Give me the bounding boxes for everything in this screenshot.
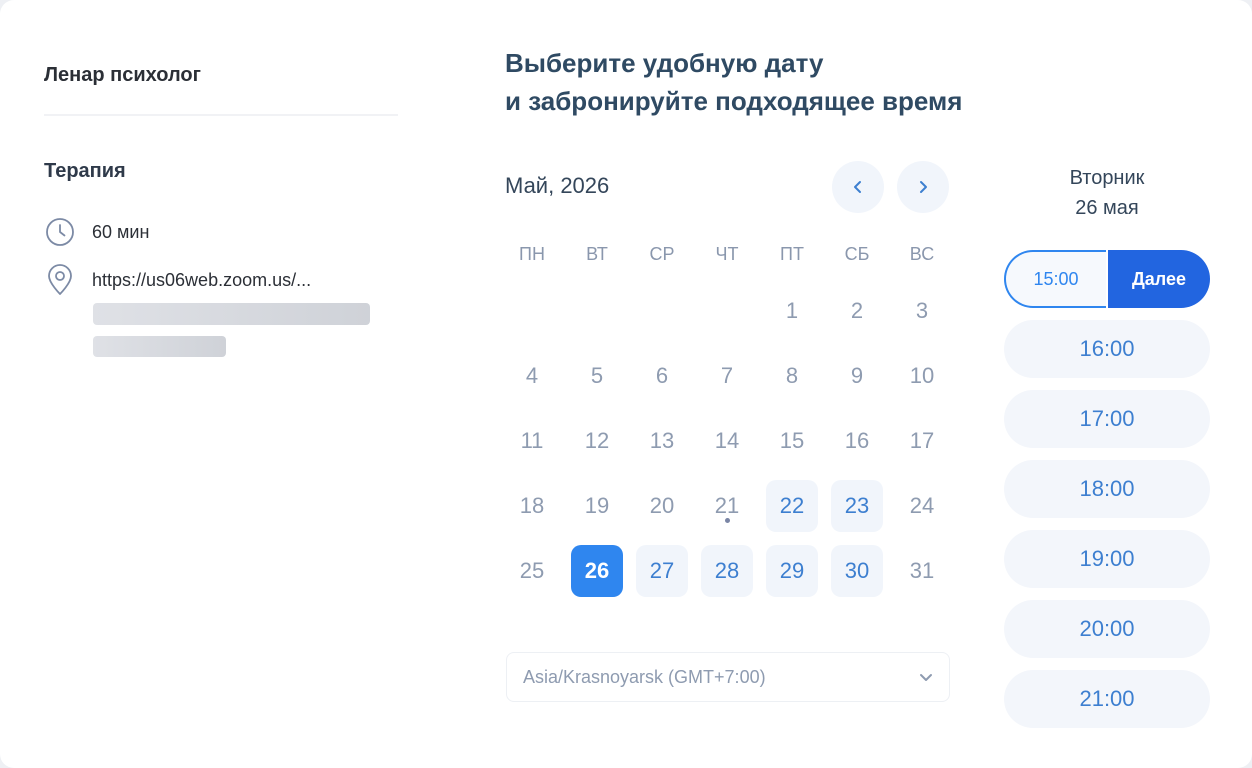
divider xyxy=(44,114,398,116)
host-name: Ленар психолог xyxy=(44,64,201,86)
weekday-header: СР xyxy=(649,244,675,264)
weekday-header: ВС xyxy=(909,244,935,264)
calendar-day: 14 xyxy=(714,428,740,453)
time-slot[interactable]: 16:00 xyxy=(1004,320,1210,378)
event-duration: 60 мин xyxy=(92,221,150,242)
selected-weekday: Вторник xyxy=(1069,167,1145,189)
next-button[interactable]: Далее xyxy=(1108,250,1210,308)
timezone-value: Asia/Krasnoyarsk (GMT+7:00) xyxy=(523,666,766,687)
calendar-day: 31 xyxy=(909,558,935,583)
calendar-day[interactable]: 22 xyxy=(766,480,818,532)
timezone-select[interactable]: Asia/Krasnoyarsk (GMT+7:00) xyxy=(506,652,950,702)
calendar-day: 3 xyxy=(915,298,929,323)
chevron-right-icon xyxy=(920,181,927,193)
calendar-day: 5 xyxy=(590,363,604,388)
calendar-day: 17 xyxy=(909,428,935,453)
next-month-button[interactable] xyxy=(897,161,949,213)
calendar-day: 4 xyxy=(525,363,539,388)
calendar-day: 15 xyxy=(779,428,805,453)
calendar-day: 16 xyxy=(844,428,870,453)
time-slot[interactable]: 17:00 xyxy=(1004,390,1210,448)
event-location-link[interactable]: https://us06web.zoom.us/... xyxy=(92,270,311,291)
page-title-line1: Выберите удобную дату xyxy=(505,48,824,78)
today-indicator-dot xyxy=(725,518,730,523)
calendar-day[interactable]: 30 xyxy=(831,545,883,597)
time-slot[interactable]: 21:00 xyxy=(1004,670,1210,728)
month-label: Май, 2026 xyxy=(505,173,610,198)
map-pin-icon xyxy=(44,264,76,296)
calendar-day: 10 xyxy=(909,363,935,388)
calendar-day[interactable]: 29 xyxy=(766,545,818,597)
calendar-day: 12 xyxy=(584,428,610,453)
loading-placeholder xyxy=(93,303,370,325)
prev-month-button[interactable] xyxy=(832,161,884,213)
time-slot[interactable]: 20:00 xyxy=(1004,600,1210,658)
time-slot-selected[interactable]: 15:00 xyxy=(1004,250,1107,308)
weekday-header: ЧТ xyxy=(715,244,739,264)
selected-time-slot: 15:00 Далее xyxy=(1004,250,1210,308)
time-slot[interactable]: 19:00 xyxy=(1004,530,1210,588)
calendar-day: 9 xyxy=(850,363,864,388)
calendar-day: 24 xyxy=(909,493,935,518)
chevron-down-icon xyxy=(920,674,932,681)
calendar-day: 25 xyxy=(519,558,545,583)
selected-date-label: Вторник 26 мая xyxy=(1004,163,1210,223)
selected-date: 26 мая xyxy=(1075,197,1139,219)
calendar-day[interactable]: 28 xyxy=(701,545,753,597)
event-duration-row: 60 мин xyxy=(44,216,149,248)
calendar-day: 21 xyxy=(714,493,740,518)
event-title: Терапия xyxy=(44,160,126,182)
weekday-header: ПТ xyxy=(780,244,804,264)
calendar-day-selected[interactable]: 26 xyxy=(571,545,623,597)
weekday-header: ПН xyxy=(519,244,545,264)
time-slot[interactable]: 18:00 xyxy=(1004,460,1210,518)
loading-placeholder xyxy=(93,336,226,357)
calendar-day: 19 xyxy=(584,493,610,518)
chevron-left-icon xyxy=(854,181,861,193)
calendar-day: 2 xyxy=(850,298,864,323)
booking-card: Ленар психолог Терапия 60 мин https://us… xyxy=(0,0,1252,768)
calendar-day: 11 xyxy=(520,428,544,453)
calendar-day[interactable]: 27 xyxy=(636,545,688,597)
calendar-day[interactable]: 23 xyxy=(831,480,883,532)
calendar-day: 18 xyxy=(519,493,545,518)
calendar-day: 20 xyxy=(649,493,675,518)
weekday-header: СБ xyxy=(844,244,870,264)
weekday-header: ВТ xyxy=(586,244,608,264)
calendar-day: 13 xyxy=(649,428,675,453)
page-title-line2: и забронируйте подходящее время xyxy=(505,86,963,116)
calendar-day: 6 xyxy=(655,363,669,388)
clock-icon xyxy=(44,216,76,248)
calendar-day: 8 xyxy=(785,363,799,388)
calendar-day: 1 xyxy=(785,298,799,323)
page-title: Выберите удобную дату и забронируйте под… xyxy=(505,44,962,120)
event-location-row: https://us06web.zoom.us/... xyxy=(44,264,311,296)
calendar-day: 7 xyxy=(720,363,734,388)
